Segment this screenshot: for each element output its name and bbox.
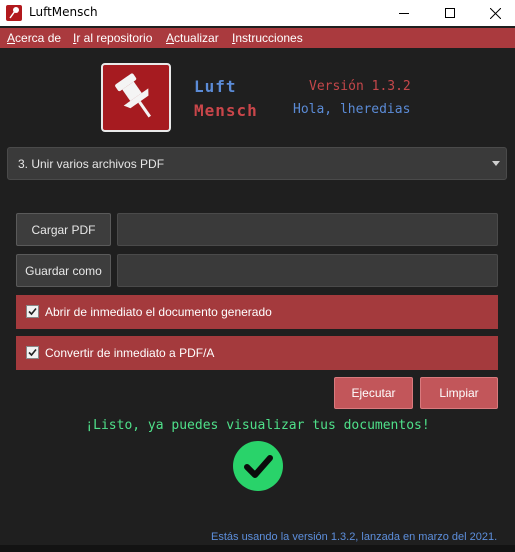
brand-name-line1: Luft <box>194 77 237 96</box>
bottom-strip <box>0 545 515 552</box>
close-icon <box>489 7 501 19</box>
convert-pdfa-label: Convertir de inmediato a PDF/A <box>45 346 215 360</box>
checkmark-icon <box>28 307 37 316</box>
version-label: Versión 1.3.2 <box>309 79 411 94</box>
footer-version-note: Estás usando la versión 1.3.2, lanzada e… <box>211 531 498 543</box>
execute-button[interactable]: Ejecutar <box>334 377 413 409</box>
save-path-field[interactable] <box>117 254 498 287</box>
menu-about[interactable]: Acerca de <box>7 31 61 45</box>
maximize-button[interactable] <box>427 0 473 26</box>
status-message: ¡Listo, ya puedes visualizar tus documen… <box>85 418 430 433</box>
chevron-down-icon <box>492 161 500 166</box>
convert-pdfa-option[interactable]: Convertir de inmediato a PDF/A <box>16 336 498 370</box>
open-generated-option[interactable]: Abrir de inmediato el documento generado <box>16 295 498 329</box>
minimize-button[interactable] <box>381 0 427 26</box>
open-generated-label: Abrir de inmediato el documento generado <box>45 305 272 319</box>
app-logo <box>101 63 171 132</box>
convert-pdfa-checkbox[interactable] <box>26 346 39 359</box>
brand-name-line2: Mensch <box>194 101 258 120</box>
mode-select-value: 3. Unir varios archivos PDF <box>18 157 165 171</box>
window-title: LuftMensch <box>29 5 98 19</box>
app-icon <box>6 5 22 21</box>
save-as-button[interactable]: Guardar como <box>16 254 111 287</box>
load-pdf-button[interactable]: Cargar PDF <box>16 213 111 246</box>
menu-repository[interactable]: Ir al repositorio <box>73 31 152 45</box>
mode-select[interactable]: 3. Unir varios archivos PDF <box>7 147 507 180</box>
maximize-icon <box>445 8 455 18</box>
menu-instructions[interactable]: Instrucciones <box>232 31 303 45</box>
close-button[interactable] <box>472 0 515 26</box>
checkmark-icon <box>28 348 37 357</box>
load-pdf-path-field[interactable] <box>117 213 498 246</box>
check-circle-icon <box>233 441 283 491</box>
title-bar: LuftMensch <box>0 0 515 26</box>
pushpin-icon <box>115 73 151 118</box>
open-generated-checkbox[interactable] <box>26 305 39 318</box>
menu-bar: Acerca de Ir al repositorio Actualizar I… <box>0 28 515 48</box>
greeting-label: Hola, lheredias <box>293 102 411 117</box>
clear-button[interactable]: Limpiar <box>420 377 498 409</box>
menu-update[interactable]: Actualizar <box>166 31 219 45</box>
minimize-icon <box>399 12 409 14</box>
